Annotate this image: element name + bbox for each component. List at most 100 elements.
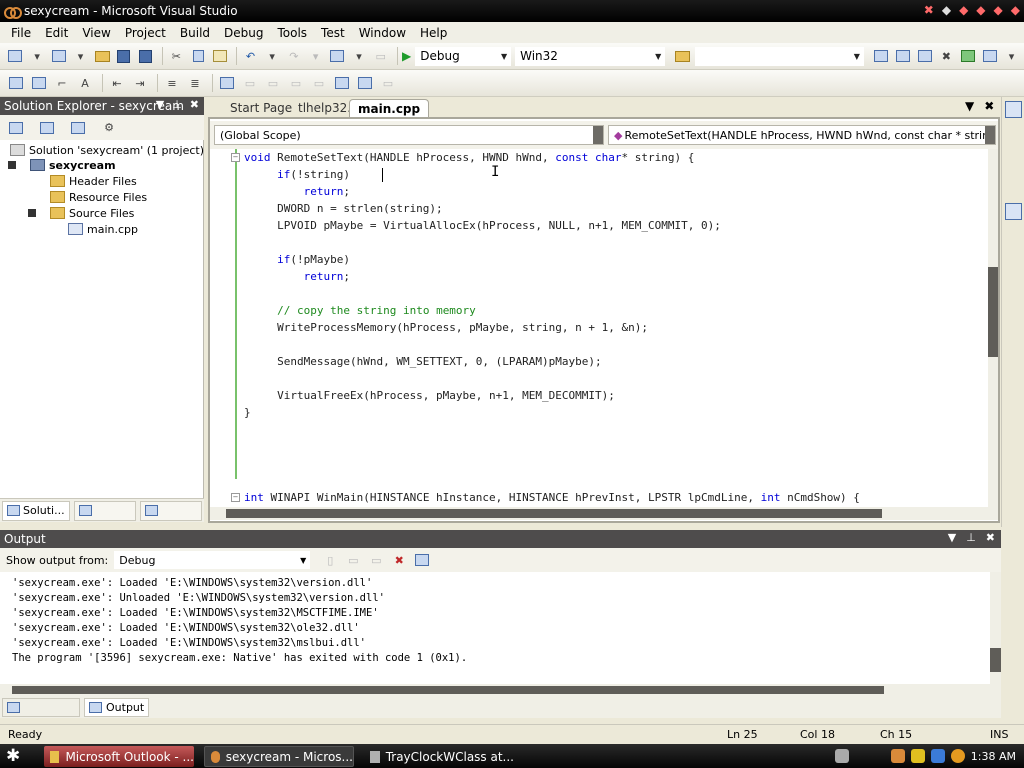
display-parameter-info-icon[interactable] <box>29 74 49 92</box>
outline-collapse-icon[interactable]: − <box>231 493 240 502</box>
menu-debug[interactable]: Debug <box>217 26 270 40</box>
save-all-icon[interactable] <box>136 47 155 65</box>
network-icon[interactable] <box>930 749 945 763</box>
search-icon[interactable] <box>950 749 965 763</box>
previous-bookmark-folder-icon[interactable]: ▭ <box>286 74 306 92</box>
tree-item-solution[interactable]: Solution 'sexycream' (1 project) <box>10 142 204 158</box>
dropdown-arrow-icon[interactable]: ▾ <box>1002 47 1021 65</box>
expand-collapse-icon[interactable] <box>8 161 16 169</box>
tree-item-resource-files[interactable]: Resource Files <box>50 189 147 205</box>
menu-edit[interactable]: Edit <box>38 26 75 40</box>
menu-test[interactable]: Test <box>314 26 352 40</box>
scope-select[interactable]: (Global Scope) <box>214 125 604 145</box>
tab-property-manager[interactable] <box>139 500 202 521</box>
solution-platform-select[interactable]: Win32 ▼ <box>515 46 666 66</box>
taskbar-item-visual-studio[interactable]: sexycream - Micros... <box>204 746 354 767</box>
refresh-icon[interactable] <box>68 119 88 137</box>
dropdown-arrow-icon[interactable]: ▾ <box>263 47 282 65</box>
menu-tools[interactable]: Tools <box>270 26 314 40</box>
previous-bookmark-icon[interactable]: ▭ <box>240 74 260 92</box>
tree-item-project[interactable]: sexycream <box>30 157 116 173</box>
editor-horizontal-scrollbar[interactable] <box>210 507 998 520</box>
menu-window[interactable]: Window <box>352 26 413 40</box>
taskbar-item-trayclock[interactable]: TrayClockWClass at... <box>364 746 514 767</box>
clear-bookmarks-icon[interactable]: ▭ <box>378 74 398 92</box>
help-icon[interactable]: ◆ <box>976 3 985 17</box>
properties-icon[interactable] <box>894 47 913 65</box>
dropdown-arrow-icon[interactable]: ▾ <box>306 47 325 65</box>
member-select[interactable]: ◆ RemoteSetText(HANDLE hProcess, HWND hWn… <box>608 125 996 145</box>
menu-view[interactable]: View <box>75 26 117 40</box>
menu-build[interactable]: Build <box>173 26 217 40</box>
increase-indent-icon[interactable]: ⇥ <box>130 74 150 92</box>
copy-icon[interactable] <box>189 47 208 65</box>
add-item-icon[interactable] <box>49 47 68 65</box>
output-text[interactable]: 'sexycream.exe': Loaded 'E:\WINDOWS\syst… <box>0 572 990 684</box>
output-horizontal-scrollbar[interactable] <box>0 684 1001 696</box>
object-browser-icon[interactable] <box>915 47 934 65</box>
properties-icon[interactable] <box>6 119 26 137</box>
start-page-icon[interactable] <box>959 47 978 65</box>
next-bookmark-icon[interactable]: ▭ <box>263 74 283 92</box>
tab-class-view[interactable] <box>73 500 136 521</box>
navigate-backward-icon[interactable] <box>328 47 347 65</box>
decrease-indent-icon[interactable]: ⇤ <box>107 74 127 92</box>
class-diagram-icon[interactable]: ⚙ <box>99 119 119 137</box>
auto-hide-pin-icon[interactable]: ⊥ <box>172 98 182 111</box>
editor-vertical-scrollbar[interactable] <box>988 149 998 507</box>
solution-config-select[interactable]: Debug ▼ <box>415 46 512 66</box>
output-source-select[interactable]: Debug ▼ <box>114 551 311 569</box>
menu-project[interactable]: Project <box>118 26 173 40</box>
toolbox-icon[interactable] <box>1005 203 1022 220</box>
tree-item-header-files[interactable]: Header Files <box>50 173 137 189</box>
close-icon[interactable]: ✖ <box>190 98 199 111</box>
next-message-icon[interactable]: ▭ <box>366 551 386 569</box>
toolbox-icon[interactable]: ✖ <box>937 47 956 65</box>
menu-file[interactable]: File <box>4 26 38 40</box>
cut-icon[interactable]: ✂ <box>167 47 186 65</box>
solution-explorer-icon[interactable] <box>872 47 891 65</box>
navigate-forward-icon[interactable]: ▭ <box>371 47 390 65</box>
save-icon[interactable] <box>115 47 134 65</box>
dropdown-arrow-icon[interactable]: ▾ <box>28 47 47 65</box>
active-files-dropdown-icon[interactable]: ▼ <box>965 99 974 113</box>
close-icon[interactable]: ✖ <box>986 531 995 544</box>
display-object-member-list-icon[interactable] <box>6 74 26 92</box>
comment-lines-icon[interactable]: ≡ <box>162 74 182 92</box>
taskbar-item-outlook[interactable]: Microsoft Outlook - ... <box>44 746 194 767</box>
next-bookmark-doc-icon[interactable] <box>355 74 375 92</box>
code-text-area[interactable]: − − void RemoteSetText(HANDLE hProcess, … <box>210 149 988 507</box>
server-explorer-icon[interactable] <box>1005 101 1022 118</box>
display-quick-info-icon[interactable]: ⌐ <box>52 74 72 92</box>
dropdown-arrow-icon[interactable]: ▾ <box>350 47 369 65</box>
tab-main-cpp[interactable]: main.cpp <box>349 99 430 117</box>
other-windows-icon[interactable] <box>980 47 999 65</box>
outline-collapse-icon[interactable]: − <box>231 153 240 162</box>
expand-collapse-icon[interactable] <box>28 209 36 217</box>
start-debugging-icon[interactable]: ▶ <box>402 49 411 63</box>
close-document-icon[interactable]: ✖ <box>984 99 994 113</box>
pin-icon[interactable]: ◆ <box>959 3 968 17</box>
complete-word-icon[interactable]: A <box>75 74 95 92</box>
paste-icon[interactable] <box>210 47 229 65</box>
toggle-word-wrap-icon[interactable] <box>412 551 432 569</box>
settings-icon[interactable]: ◆ <box>994 3 1003 17</box>
minimize-icon[interactable]: ◆ <box>1011 3 1020 17</box>
find-message-icon[interactable]: ▯ <box>320 551 340 569</box>
open-folder-icon[interactable] <box>93 47 112 65</box>
find-in-files-icon[interactable] <box>673 47 692 65</box>
find-combo[interactable]: ▼ <box>695 46 864 66</box>
keyboard-icon[interactable] <box>834 749 849 763</box>
menu-help[interactable]: Help <box>413 26 454 40</box>
tab-error-list[interactable] <box>2 697 80 717</box>
toggle-bookmark-icon[interactable] <box>217 74 237 92</box>
close-icon[interactable]: ✖ <box>924 3 934 17</box>
tab-solution-explorer[interactable]: Soluti... <box>2 500 70 521</box>
shield-icon[interactable] <box>910 749 925 763</box>
auto-hide-pin-icon[interactable]: ⊥ <box>966 531 976 544</box>
tree-item-main-cpp[interactable]: main.cpp <box>68 221 138 237</box>
dropdown-arrow-icon[interactable]: ▾ <box>71 47 90 65</box>
tab-start-page[interactable]: Start Page <box>222 99 300 117</box>
undo-icon[interactable]: ↶ <box>241 47 260 65</box>
window-position-icon[interactable]: ▼ <box>156 98 164 111</box>
